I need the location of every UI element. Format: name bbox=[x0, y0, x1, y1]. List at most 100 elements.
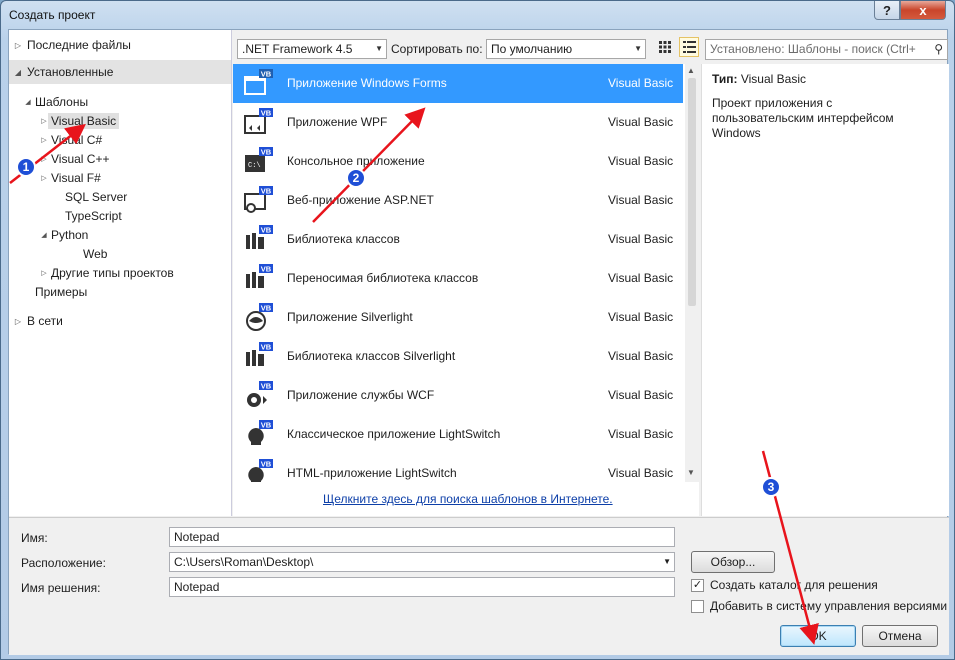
view-list-button[interactable] bbox=[679, 37, 699, 57]
template-list-scrollbar[interactable]: ▲ ▼ bbox=[685, 64, 699, 482]
expand-arrow-icon: ▷ bbox=[14, 316, 22, 326]
tree-item[interactable]: ▷ Visual Basic bbox=[37, 111, 120, 130]
help-button[interactable]: ? bbox=[874, 1, 900, 20]
template-name: Приложение службы WCF bbox=[287, 388, 435, 402]
collapse-arrow-icon[interactable]: ◢ bbox=[21, 98, 35, 106]
template-language: Visual Basic bbox=[608, 466, 674, 480]
template-language: Visual Basic bbox=[608, 115, 674, 129]
framework-select[interactable]: .NET Framework 4.5 ▼ bbox=[237, 39, 387, 59]
lightswitch-html-icon: VB bbox=[243, 459, 273, 482]
tree-item[interactable]: ▷ Другие типы проектов bbox=[37, 263, 174, 282]
sort-select[interactable]: По умолчанию ▼ bbox=[486, 39, 646, 59]
template-row[interactable]: VB Приложение Windows Forms Visual Basic bbox=[233, 64, 683, 103]
scroll-up-icon[interactable]: ▲ bbox=[687, 66, 695, 75]
template-name: Библиотека классов bbox=[287, 232, 400, 246]
nav-online-label: В сети bbox=[27, 314, 63, 328]
chevron-down-icon: ▼ bbox=[375, 44, 383, 53]
template-row[interactable]: VB Приложение WPF Visual Basic bbox=[233, 103, 683, 142]
svg-text:VB: VB bbox=[261, 460, 272, 469]
solution-name-label: Имя решения: bbox=[21, 581, 101, 595]
solution-name-input[interactable]: Notepad bbox=[169, 577, 675, 597]
tree-item-label: Visual Basic bbox=[48, 112, 120, 129]
collapse-arrow-icon[interactable]: ◢ bbox=[37, 231, 51, 239]
expand-arrow-icon[interactable]: ▷ bbox=[37, 269, 51, 277]
template-details: Тип: Visual Basic Проект приложения с по… bbox=[701, 64, 949, 516]
search-online-templates-link[interactable]: Щелкните здесь для поиска шаблонов в Инт… bbox=[323, 492, 613, 506]
template-row[interactable]: VB Веб-приложение ASP.NET Visual Basic bbox=[233, 181, 683, 220]
toolbar: .NET Framework 4.5 ▼ Сортировать по: По … bbox=[233, 36, 949, 60]
svg-text:VB: VB bbox=[261, 226, 272, 235]
svg-text:VB: VB bbox=[261, 70, 272, 79]
create-directory-option[interactable]: ✓ Создать каталог для решения bbox=[691, 578, 878, 592]
location-label: Расположение: bbox=[21, 556, 106, 570]
nav-online[interactable]: ▷ В сети bbox=[9, 309, 231, 333]
tree-item[interactable]: Примеры bbox=[21, 282, 87, 301]
dialog-client: ▷ Последние файлы ◢ Установленные ◢ Шабло… bbox=[8, 29, 949, 655]
nav-installed[interactable]: ◢ Установленные bbox=[9, 60, 231, 84]
tree-item[interactable]: SQL Server bbox=[51, 187, 127, 206]
template-row[interactable]: VB Приложение службы WCF Visual Basic bbox=[233, 376, 683, 415]
template-name: Консольное приложение bbox=[287, 154, 425, 168]
browse-button[interactable]: Обзор... bbox=[691, 551, 775, 573]
grid-view-icon bbox=[659, 41, 671, 53]
tree-item-label: Другие типы проектов bbox=[51, 265, 174, 280]
template-name: Переносимая библиотека классов bbox=[287, 271, 479, 285]
add-vcs-option[interactable]: Добавить в систему управления версиями bbox=[691, 599, 947, 613]
chevron-down-icon: ▼ bbox=[634, 44, 642, 53]
nav-recent-label: Последние файлы bbox=[27, 38, 131, 52]
location-combobox[interactable]: C:\Users\Roman\Desktop\ ▼ bbox=[169, 552, 675, 572]
sort-value: По умолчанию bbox=[491, 42, 573, 56]
lightswitch-icon: VB bbox=[243, 420, 273, 448]
template-row[interactable]: C:\ VB Консольное приложение Visual Basic bbox=[233, 142, 683, 181]
new-project-dialog: Создать проект ? x ▷ Последние файлы ◢ У… bbox=[0, 0, 955, 660]
create-directory-checkbox[interactable]: ✓ bbox=[691, 578, 704, 592]
expand-arrow-icon[interactable]: ▷ bbox=[37, 174, 51, 182]
location-value: C:\Users\Roman\Desktop\ bbox=[174, 555, 314, 569]
template-name: Приложение WPF bbox=[287, 115, 388, 129]
web-icon: VB bbox=[243, 186, 273, 214]
tree-item[interactable]: ▷ Visual C# bbox=[37, 130, 102, 149]
tree-item[interactable]: ▷ Visual C++ bbox=[37, 149, 109, 168]
name-input[interactable]: Notepad bbox=[169, 527, 675, 547]
template-language: Visual Basic bbox=[608, 232, 674, 246]
add-vcs-label: Добавить в систему управления версиями bbox=[710, 599, 948, 613]
cancel-label: Отмена bbox=[878, 629, 922, 643]
template-row[interactable]: VB Библиотека классов Silverlight Visual B… bbox=[233, 337, 683, 376]
tree-item[interactable]: ◢ Шаблоны bbox=[21, 92, 88, 111]
collapse-arrow-icon: ◢ bbox=[14, 67, 22, 77]
tree-item-label: Python bbox=[51, 227, 89, 242]
add-vcs-checkbox[interactable] bbox=[691, 599, 704, 613]
view-small-icons-button[interactable] bbox=[655, 37, 675, 57]
template-name: Веб-приложение ASP.NET bbox=[287, 193, 434, 207]
wpf-icon: VB bbox=[243, 108, 273, 136]
template-row[interactable]: VB Классическое приложение LightSwitch Vis… bbox=[233, 415, 683, 454]
expand-arrow-icon[interactable]: ▷ bbox=[37, 136, 51, 144]
tree-item[interactable]: TypeScript bbox=[51, 206, 122, 225]
tree-item[interactable]: ◢ Python bbox=[37, 225, 88, 244]
template-row[interactable]: VB Библиотека классов Visual Basic bbox=[233, 220, 683, 259]
template-row[interactable]: VB Приложение Silverlight Visual Basic bbox=[233, 298, 683, 337]
expand-arrow-icon[interactable]: ▷ bbox=[37, 155, 51, 163]
template-name: HTML-приложение LightSwitch bbox=[287, 466, 457, 480]
template-language: Visual Basic bbox=[608, 349, 674, 363]
title-bar: Создать проект ? x bbox=[1, 1, 954, 29]
svg-text:C:\: C:\ bbox=[248, 162, 261, 170]
nav-recent[interactable]: ▷ Последние файлы bbox=[9, 33, 231, 57]
svg-text:VB: VB bbox=[261, 382, 272, 391]
cancel-button[interactable]: Отмена bbox=[862, 625, 938, 647]
template-row[interactable]: VB Переносимая библиотека классов Visual B… bbox=[233, 259, 683, 298]
silverlight-icon: VB bbox=[243, 303, 273, 331]
template-name: Приложение Windows Forms bbox=[287, 76, 447, 90]
list-view-icon bbox=[682, 41, 696, 53]
template-language: Visual Basic bbox=[608, 310, 674, 324]
tree-item[interactable]: Web bbox=[69, 244, 107, 263]
template-row[interactable]: VB HTML-приложение LightSwitch Visual Basi… bbox=[233, 454, 683, 482]
template-language: Visual Basic bbox=[608, 76, 674, 90]
ok-button[interactable]: OK bbox=[780, 625, 856, 647]
close-button[interactable]: x bbox=[900, 1, 946, 20]
template-language: Visual Basic bbox=[608, 154, 674, 168]
template-search-input[interactable]: Установлено: Шаблоны - поиск (Ctrl+ ⚲ bbox=[705, 39, 948, 60]
scroll-thumb[interactable] bbox=[688, 78, 696, 306]
tree-item[interactable]: ▷ Visual F# bbox=[37, 168, 101, 187]
scroll-down-icon[interactable]: ▼ bbox=[687, 468, 695, 477]
